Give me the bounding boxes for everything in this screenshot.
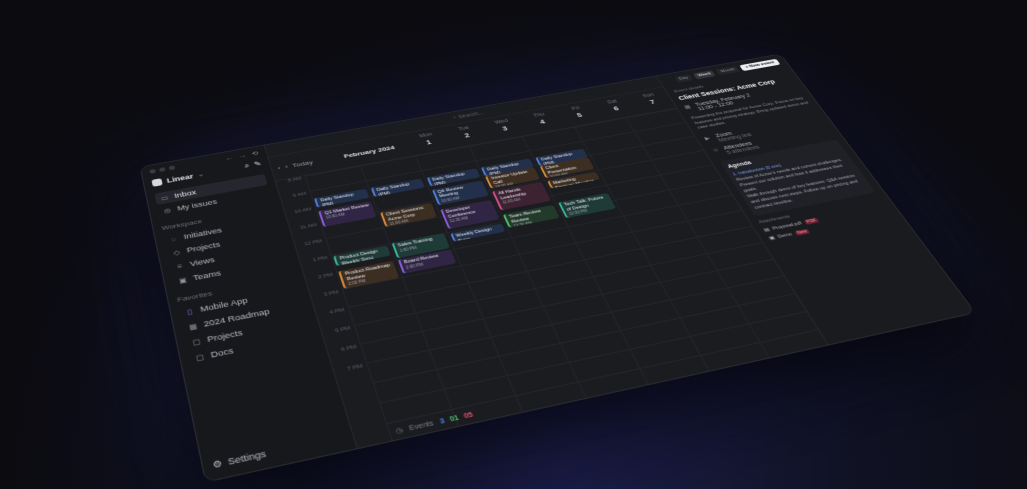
- day-number: 2: [463, 131, 471, 139]
- calendar-event[interactable]: Developer Conference 11:30 AM: [439, 200, 500, 229]
- sidebar-item-label: Inbox: [173, 188, 197, 200]
- people-icon: ☺: [711, 147, 721, 154]
- calendar-icon: ▦: [188, 321, 198, 332]
- search-placeholder: Search...: [457, 110, 485, 120]
- attachment-badge: New: [794, 228, 811, 236]
- settings-label: Settings: [226, 448, 268, 467]
- calendar-event[interactable]: Product Roadmap Review 2:00 PM: [338, 260, 399, 289]
- calendar-icon: ▦: [683, 104, 693, 111]
- layers-icon: ≡: [176, 262, 183, 271]
- attachment-badge: PDF: [803, 217, 820, 225]
- count-green: 01: [448, 414, 460, 423]
- close-dot[interactable]: [149, 168, 156, 174]
- chevron-down-icon: ⌄: [197, 171, 205, 178]
- calendar-event[interactable]: Tech Talk: Future of Design 12:30 PM: [557, 192, 617, 219]
- today-button[interactable]: Today: [291, 159, 313, 169]
- settings-button[interactable]: ⚙ Settings: [212, 449, 268, 472]
- view-month[interactable]: Month: [715, 65, 741, 76]
- back-arrow-icon[interactable]: ←: [224, 154, 233, 161]
- attachment-name: Demo: [776, 232, 794, 240]
- day-number: 3: [501, 124, 509, 133]
- issues-icon: ◎: [163, 206, 172, 215]
- file-icon: ▯: [186, 307, 193, 316]
- folder-icon: ▢: [194, 352, 205, 363]
- count-red: 05: [462, 411, 474, 420]
- calendar-event[interactable]: Client Sessions: Acme Corp 11:00 AM: [380, 202, 438, 227]
- calendar-event[interactable]: Team Review Review 12:30 PM: [502, 204, 560, 228]
- day-number: 4: [538, 118, 547, 126]
- day-number: 5: [575, 111, 584, 119]
- event-title: Marketing Strategy Meeting: [552, 177, 596, 189]
- view-week[interactable]: Week: [692, 70, 717, 80]
- count-blue: 3: [438, 417, 446, 426]
- chevron-right-icon[interactable]: ›: [284, 163, 288, 169]
- team-icon: ▣: [178, 275, 188, 285]
- inbox-icon: ▭: [160, 193, 169, 202]
- target-icon: ◌: [170, 235, 177, 243]
- video-icon: ▶: [703, 136, 712, 142]
- sidebar-item-label: Docs: [209, 346, 235, 360]
- calendar-event[interactable]: Daily Standup (PM)9:00 AM: [370, 178, 426, 197]
- maximize-dot[interactable]: [168, 165, 176, 171]
- history-icon[interactable]: ⟲: [251, 150, 259, 157]
- sidebar-item-label: Views: [189, 255, 216, 268]
- event-title: Weekly Design Sync: [455, 227, 493, 242]
- attendees-block: Attendees 5 attendees: [723, 140, 761, 155]
- month-title: February 2024: [342, 144, 396, 160]
- event-title: Daily Standup (PM): [376, 182, 411, 197]
- document-icon: ▤: [762, 227, 771, 233]
- folder-icon: ▢: [191, 337, 202, 347]
- chevron-left-icon[interactable]: ‹: [277, 164, 281, 170]
- new-event-button[interactable]: + New event: [739, 58, 781, 72]
- day-number: 6: [612, 105, 621, 112]
- workspace-logo-icon: [151, 177, 163, 187]
- gear-icon: ⚙: [211, 458, 224, 471]
- view-day[interactable]: Day: [673, 74, 694, 83]
- compose-icon[interactable]: ✎: [253, 160, 262, 169]
- day-number: 7: [648, 98, 657, 106]
- day-number: 1: [425, 138, 433, 146]
- app-window: ← → ⟲ Linear ⌄ ⌕ ✎ ▭ Inbox ◎ My issues W…: [139, 53, 977, 483]
- minimize-dot[interactable]: [158, 167, 166, 173]
- stage: ← → ⟲ Linear ⌄ ⌕ ✎ ▭ Inbox ◎ My issues W…: [0, 0, 1027, 489]
- video-file-icon: ▣: [768, 235, 776, 242]
- cube-icon: ◇: [172, 248, 181, 257]
- forward-arrow-icon[interactable]: →: [238, 152, 247, 159]
- sidebar-item-label: Teams: [192, 268, 222, 283]
- search-icon[interactable]: ⌕: [243, 162, 250, 170]
- workspace-name: Linear: [166, 172, 194, 184]
- events-icon: ◷: [394, 427, 405, 436]
